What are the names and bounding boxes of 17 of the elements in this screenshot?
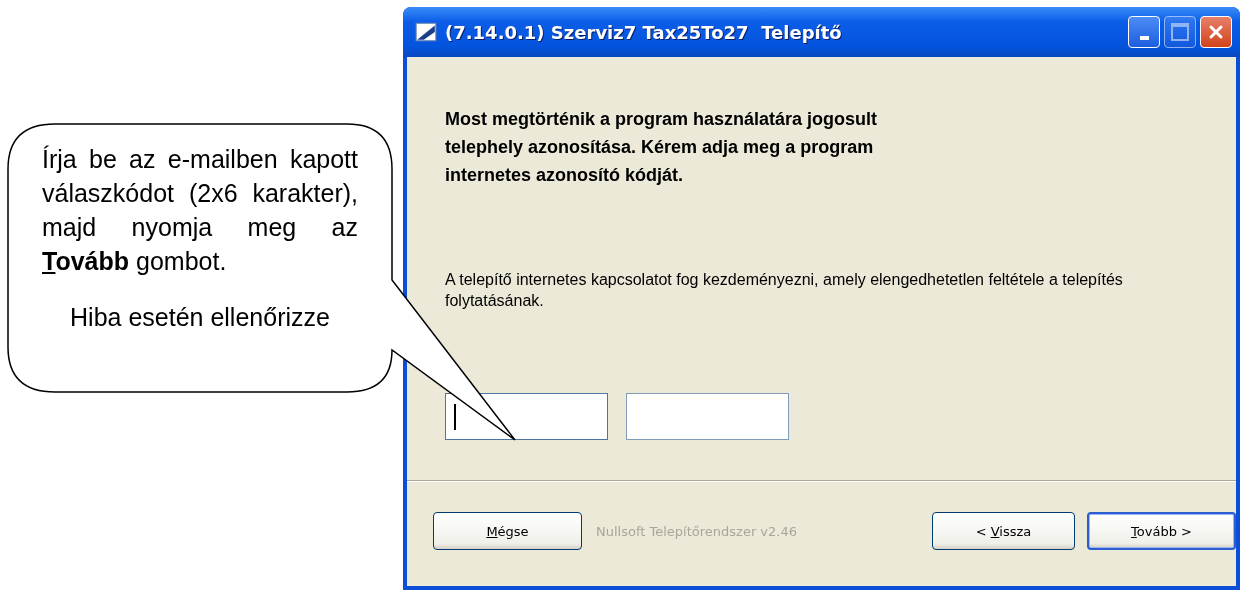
input-field[interactable] bbox=[626, 393, 789, 440]
back-button[interactable]: < Vissza bbox=[932, 512, 1075, 550]
callout-text: Írja be az e-mailben kapott válaszkódot (2x6 karakter), majd nyomja meg az Tovább gombot. bbox=[42, 144, 358, 277]
window-title: (7.14.0.1) Szerviz7 Tax25To27 Telepítő bbox=[445, 21, 842, 43]
input-field[interactable] bbox=[445, 393, 608, 440]
info-text: A telepítő internetes kapcsolatot fog kezdeményezni, amely elengedhetetlen feltétele a telepítés folytatásának. bbox=[445, 270, 1124, 311]
app-icon bbox=[415, 21, 437, 43]
minimize-button[interactable] bbox=[1128, 16, 1160, 48]
minimize-icon bbox=[1139, 36, 1149, 40]
maximize-icon bbox=[1171, 23, 1189, 41]
callout-text: Hiba esetén ellenőrizze bbox=[69, 302, 331, 333]
close-button[interactable] bbox=[1200, 16, 1232, 48]
brand-text: Nullsoft Telepítőrendszer v2.46 bbox=[596, 523, 797, 539]
text-cursor bbox=[454, 403, 456, 430]
next-button[interactable]: Tovább > bbox=[1087, 512, 1236, 550]
cancel-button[interactable]: Mégse bbox=[433, 512, 582, 550]
heading-text: Most megtörténik a program használatára jogosult telephely azonosítása. Kérem adja meg a program internetes azonosító kódját. bbox=[445, 108, 879, 187]
